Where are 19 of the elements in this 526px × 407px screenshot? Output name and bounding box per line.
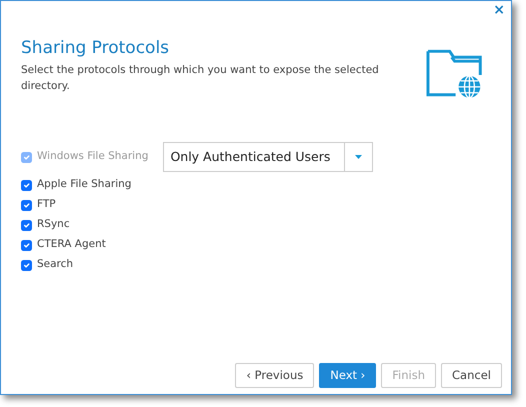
wizard-button[interactable]: Cancel [441, 363, 502, 388]
caret-icon [355, 155, 362, 159]
checkbox-label: FTP [37, 197, 56, 212]
next-button[interactable]: Next › [319, 363, 376, 388]
checkbox[interactable] [21, 260, 32, 270]
checkbox-label: CTERA Agent [37, 237, 106, 252]
wizard-button[interactable]: ‹ Previous [235, 363, 314, 388]
checkbox[interactable] [21, 200, 32, 210]
close-button[interactable]: × [493, 3, 505, 17]
checkbox-label: Search [37, 257, 74, 272]
dialog-subtitle: Select the protocols through which you want to expose the selected directory. [21, 63, 380, 94]
checkbox-label: Windows File Sharing [37, 149, 148, 164]
dialog-title: Sharing Protocols [21, 37, 170, 60]
checkbox-label: Apple File Sharing [37, 177, 132, 192]
checkbox[interactable] [21, 240, 32, 250]
folder-globe-icon [426, 49, 483, 99]
checkbox-label: RSync [37, 217, 70, 232]
checkbox[interactable] [21, 180, 32, 190]
checkbox[interactable] [21, 220, 32, 230]
